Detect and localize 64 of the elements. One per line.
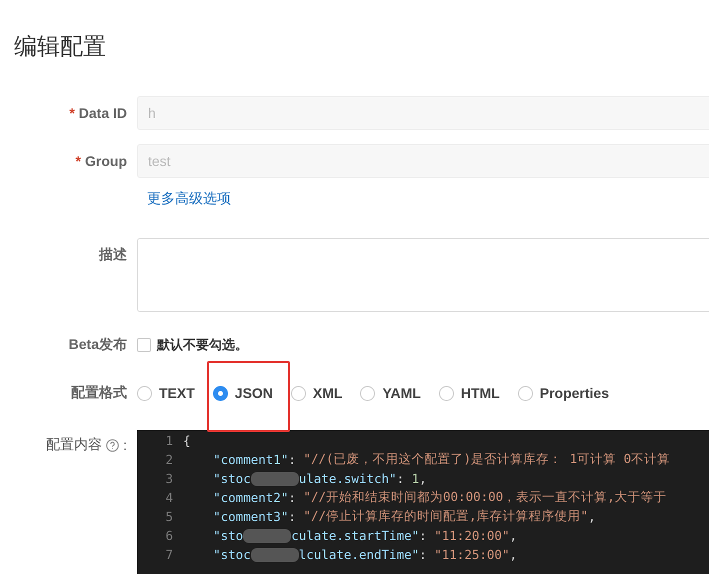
radio-label[interactable]: HTML xyxy=(460,385,500,401)
code-key: "comment1" xyxy=(183,452,288,467)
radio-button[interactable] xyxy=(290,386,306,400)
radio-button[interactable] xyxy=(438,386,454,400)
line-number: 7 xyxy=(164,547,174,562)
code-punctuation: , xyxy=(509,528,518,543)
required-mark: * xyxy=(76,153,81,169)
page-title: 编辑配置 xyxy=(14,32,106,61)
field-label: Beta发布 xyxy=(68,336,127,354)
code-punctuation: , xyxy=(419,471,427,486)
line-number: 1 xyxy=(164,433,174,448)
radio-button[interactable] xyxy=(518,386,533,400)
line-number: 3 xyxy=(164,471,174,486)
radio-label[interactable]: Properties xyxy=(540,385,609,401)
field-label: Group xyxy=(85,153,127,169)
advanced-options-link[interactable]: 更多高级选项 xyxy=(147,190,709,208)
field-label: 配置内容 xyxy=(46,436,102,454)
description-field[interactable] xyxy=(137,238,709,312)
radio-label[interactable]: TEXT xyxy=(159,385,195,401)
field-label: 描述 xyxy=(99,246,127,264)
blurred-text xyxy=(243,528,292,542)
line-number: 4 xyxy=(164,490,174,505)
code-key: lculate.endTime" xyxy=(298,547,420,562)
code-key: culate.startTime" xyxy=(291,528,420,543)
code-key: "comment3" xyxy=(183,509,288,524)
code-punctuation: : xyxy=(288,490,297,505)
code-punctuation: , xyxy=(588,509,596,524)
code-punctuation: { xyxy=(183,433,191,448)
radio-button[interactable] xyxy=(212,386,228,400)
code-key: "stoc xyxy=(183,471,251,486)
code-key: "stoc xyxy=(183,547,251,562)
help-icon[interactable] xyxy=(106,438,120,452)
radio-label[interactable]: JSON xyxy=(234,385,273,401)
code-number: 1 xyxy=(412,471,420,486)
code-string: "//开始和结束时间都为00:00:00，表示一直不计算,大于等于 xyxy=(303,489,667,506)
line-number: 5 xyxy=(164,509,174,524)
required-mark: * xyxy=(69,105,75,121)
radio-button[interactable] xyxy=(137,386,152,400)
field-label: Data ID xyxy=(78,105,127,121)
line-number: 2 xyxy=(164,452,174,467)
blurred-text xyxy=(250,548,299,562)
code-key: "comment2" xyxy=(183,490,288,505)
radio-label[interactable]: XML xyxy=(312,385,342,401)
code-editor[interactable] xyxy=(137,430,709,574)
field-label: 配置格式 xyxy=(71,384,127,402)
code-punctuation: : xyxy=(288,509,297,524)
checkbox[interactable] xyxy=(137,338,151,352)
code-punctuation: : xyxy=(419,547,428,562)
code-key: ulate.switch" xyxy=(298,471,397,486)
code-punctuation: : xyxy=(288,452,297,467)
code-string: "//停止计算库存的时间配置,库存计算程序使用" xyxy=(303,508,588,525)
code-string: "11:25:00" xyxy=(434,547,510,562)
line-number: 6 xyxy=(164,528,174,543)
blurred-text xyxy=(250,472,299,486)
radio-button[interactable] xyxy=(360,386,376,400)
code-punctuation: : xyxy=(419,528,428,543)
code-key: "sto xyxy=(183,528,244,543)
checkbox-label: 默认不要勾选。 xyxy=(157,336,248,354)
radio-label[interactable]: YAML xyxy=(382,385,421,401)
code-string: "11:20:00" xyxy=(434,528,510,543)
code-punctuation: : xyxy=(396,471,406,486)
label-colon: : xyxy=(123,437,127,453)
code-punctuation: , xyxy=(509,547,518,562)
code-string: "//(已废，不用这个配置了)是否计算库存： 1可计算 0不计算 xyxy=(303,451,670,468)
